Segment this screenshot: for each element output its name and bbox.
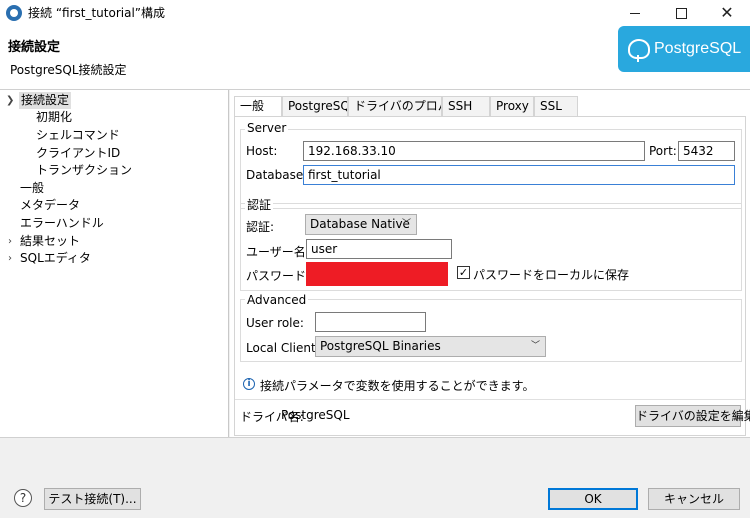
save-password-checkbox[interactable]: ✓ bbox=[457, 266, 470, 279]
tree-item-transactions[interactable]: トランザクション bbox=[36, 162, 132, 179]
settings-panel: 一般 PostgreSQL ドライバのプロパティ SSH Proxy SSL S… bbox=[230, 90, 750, 437]
settings-tree: ❯ 接続設定 初期化 シェルコマンド クライアントID トランザクション 一般 … bbox=[0, 90, 229, 437]
save-password-label: パスワードをローカルに保存 bbox=[473, 268, 630, 282]
user-role-label: User role: bbox=[246, 316, 304, 330]
chevron-down-icon: ﹀ bbox=[401, 219, 411, 229]
tree-item-error-handle[interactable]: エラーハンドル bbox=[20, 215, 104, 232]
tree-item-general[interactable]: 一般 bbox=[20, 180, 44, 197]
local-client-value: PostgreSQL Binaries bbox=[320, 339, 441, 353]
close-icon[interactable]: ✕ bbox=[704, 0, 750, 26]
divider bbox=[0, 437, 750, 438]
tab-driver-properties[interactable]: ドライバのプロパティ bbox=[348, 96, 442, 116]
chevron-down-icon: ﹀ bbox=[530, 341, 540, 351]
info-text: 接続パラメータで変数を使用することができます。 bbox=[260, 379, 535, 393]
database-input[interactable]: first_tutorial bbox=[303, 165, 735, 185]
tab-general[interactable]: 一般 bbox=[234, 96, 282, 117]
dbeaver-app-icon bbox=[6, 5, 22, 21]
tree-item-label: クライアントID bbox=[36, 146, 121, 160]
username-input[interactable]: user bbox=[306, 239, 452, 259]
server-group-title: Server bbox=[245, 121, 289, 135]
maximize-icon[interactable] bbox=[658, 0, 704, 26]
tree-item-label: シェルコマンド bbox=[36, 128, 120, 142]
tree-item-label: トランザクション bbox=[36, 163, 133, 177]
auth-label: 認証: bbox=[246, 220, 275, 234]
tab-proxy[interactable]: Proxy bbox=[490, 96, 534, 116]
divider bbox=[235, 399, 745, 400]
tree-item-label: 接続設定 bbox=[19, 92, 72, 109]
cancel-button[interactable]: キャンセル bbox=[648, 488, 740, 510]
auth-method-select[interactable]: Database Native ﹀ bbox=[305, 214, 417, 235]
postgresql-logo: PostgreSQL bbox=[618, 26, 750, 72]
minimize-icon[interactable] bbox=[612, 0, 658, 26]
chevron-right-icon[interactable]: › bbox=[8, 233, 12, 250]
tab-ssl[interactable]: SSL bbox=[534, 96, 578, 116]
port-label: Port: bbox=[649, 144, 677, 158]
tab-panel-general: Server Host: 192.168.33.10 Port: 5432 Da… bbox=[234, 116, 750, 436]
auth-group-title: 認証 bbox=[245, 196, 274, 213]
port-input[interactable]: 5432 bbox=[678, 141, 735, 161]
ok-button[interactable]: OK bbox=[548, 488, 638, 510]
auth-method-value: Database Native bbox=[310, 217, 410, 231]
chevron-right-icon[interactable]: › bbox=[8, 250, 12, 267]
elephant-icon bbox=[628, 39, 650, 62]
tree-item-label: 一般 bbox=[20, 181, 45, 195]
page-subtitle: PostgreSQL接続設定 bbox=[10, 63, 127, 77]
host-label: Host: bbox=[246, 144, 278, 158]
tree-item-client-id[interactable]: クライアントID bbox=[36, 145, 120, 162]
tree-item-label: SQLエディタ bbox=[20, 251, 91, 265]
local-client-select[interactable]: PostgreSQL Binaries ﹀ bbox=[315, 336, 546, 357]
help-icon[interactable]: ? bbox=[14, 489, 32, 507]
tab-ssh[interactable]: SSH bbox=[442, 96, 490, 116]
tab-postgresql[interactable]: PostgreSQL bbox=[282, 96, 348, 116]
driver-name-value: PostgreSQL bbox=[281, 408, 350, 422]
logo-text: PostgreSQL bbox=[654, 40, 742, 57]
database-label: Database: bbox=[246, 168, 308, 182]
tree-item-shell-commands[interactable]: シェルコマンド bbox=[36, 127, 120, 144]
tree-item-label: エラーハンドル bbox=[20, 216, 104, 230]
chevron-down-icon[interactable]: ❯ bbox=[6, 92, 14, 109]
page-title: 接続設定 bbox=[8, 40, 61, 55]
test-connection-button[interactable]: テスト接続(T)... bbox=[44, 488, 141, 510]
user-role-input[interactable] bbox=[315, 312, 426, 332]
tree-item-label: メタデータ bbox=[20, 198, 81, 212]
tree-item-label: 初期化 bbox=[36, 110, 73, 124]
tree-item-metadata[interactable]: メタデータ bbox=[20, 197, 80, 214]
info-icon: i bbox=[243, 378, 255, 390]
dialog-header: 接続設定 PostgreSQL接続設定 PostgreSQL bbox=[0, 26, 750, 90]
window-title: 接続 “first_tutorial”構成 bbox=[28, 6, 166, 20]
password-input-redacted[interactable] bbox=[306, 262, 448, 286]
edit-driver-settings-button[interactable]: ドライバの設定を編集 bbox=[635, 405, 750, 427]
advanced-group-title: Advanced bbox=[245, 293, 309, 307]
tree-item-initialization[interactable]: 初期化 bbox=[36, 109, 72, 126]
local-client-label: Local Client: bbox=[246, 341, 320, 355]
host-input[interactable]: 192.168.33.10 bbox=[303, 141, 645, 161]
tree-item-label: 結果セット bbox=[20, 234, 81, 248]
title-bar: 接続 “first_tutorial”構成 ✕ bbox=[0, 0, 750, 26]
